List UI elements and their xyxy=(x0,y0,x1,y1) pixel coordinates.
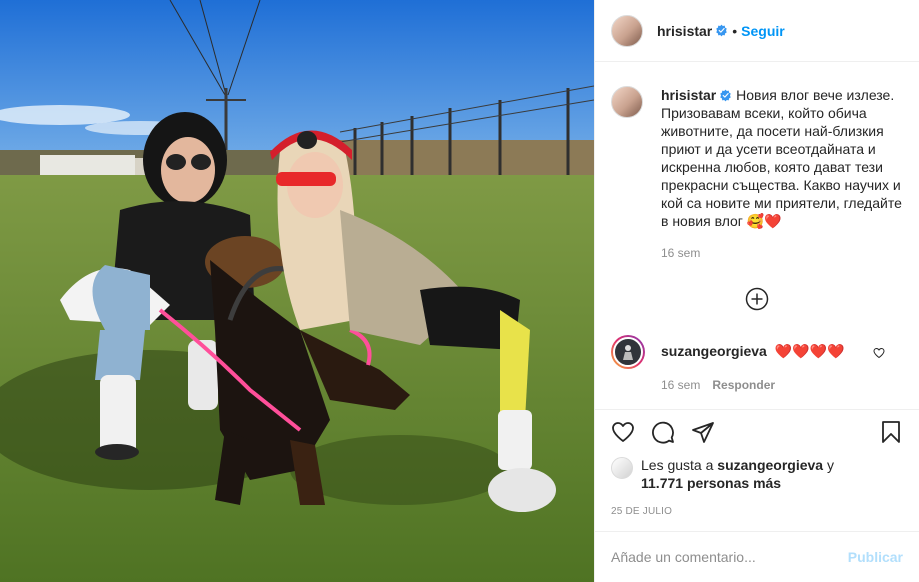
likes-user[interactable]: suzangeorgieva xyxy=(717,457,823,473)
caption-author-avatar[interactable] xyxy=(611,86,643,118)
post-header: hrisistar • Seguir xyxy=(595,0,919,62)
instagram-post: hrisistar • Seguir hrisistar Новия влог … xyxy=(0,0,919,582)
heart-icon[interactable] xyxy=(611,420,635,444)
likes-count[interactable]: 11.771 personas más xyxy=(641,475,781,491)
caption-body: hrisistar Новия влог вече излезе. Призов… xyxy=(661,86,903,230)
action-section: Les gusta a suzangeorgieva y 11.771 pers… xyxy=(595,409,919,531)
speech-bubble-icon[interactable] xyxy=(651,420,675,444)
likes-text: Les gusta a suzangeorgieva y 11.771 pers… xyxy=(641,456,834,492)
heart-icon[interactable] xyxy=(873,347,885,359)
comment-item: suzangeorgieva ❤️❤️❤️❤️ xyxy=(611,335,903,369)
bookmark-icon[interactable] xyxy=(879,420,903,444)
post-photo[interactable] xyxy=(0,0,594,582)
author-username[interactable]: hrisistar xyxy=(657,23,712,39)
follow-button[interactable]: Seguir xyxy=(741,23,785,39)
paper-plane-icon[interactable] xyxy=(691,420,715,444)
post-date[interactable]: 25 DE JULIO xyxy=(611,506,903,517)
comments-list[interactable]: hrisistar Новия влог вече излезе. Призов… xyxy=(595,62,919,409)
likes-prefix: Les gusta a xyxy=(641,457,714,473)
caption: hrisistar Новия влог вече излезе. Призов… xyxy=(611,86,903,230)
comment-time[interactable]: 16 sem xyxy=(661,378,700,392)
post-side-panel: hrisistar • Seguir hrisistar Новия влог … xyxy=(594,0,919,582)
likes-summary: Les gusta a suzangeorgieva y 11.771 pers… xyxy=(611,456,903,492)
author-avatar[interactable] xyxy=(611,14,643,47)
separator-dot: • xyxy=(732,22,738,39)
commenter-avatar[interactable] xyxy=(611,335,645,369)
likes-conjunction: y xyxy=(827,457,834,473)
caption-text: Новия влог вече излезе. Призовавам всеки… xyxy=(661,87,902,229)
comment-text: ❤️❤️❤️❤️ xyxy=(774,343,845,359)
verified-badge-icon xyxy=(716,24,727,37)
publish-button[interactable]: Publicar xyxy=(848,549,903,565)
verified-badge-icon xyxy=(720,89,731,102)
action-bar xyxy=(611,410,903,454)
photo-two-women-with-dog xyxy=(0,0,594,582)
plus-circle-icon[interactable] xyxy=(745,287,769,311)
caption-time[interactable]: 16 sem xyxy=(661,246,700,260)
caption-meta: 16 sem xyxy=(661,246,903,260)
add-comment-bar: Publicar xyxy=(595,531,919,582)
reply-button[interactable]: Responder xyxy=(712,378,775,392)
comment-body: suzangeorgieva ❤️❤️❤️❤️ xyxy=(661,342,844,360)
caption-username[interactable]: hrisistar xyxy=(661,87,716,103)
comment-input[interactable] xyxy=(611,549,848,565)
comment-meta: 16 sem Responder xyxy=(661,378,903,392)
comment-username[interactable]: suzangeorgieva xyxy=(661,343,767,359)
liker-avatar[interactable] xyxy=(611,457,633,479)
person-silhouette-icon xyxy=(623,345,633,360)
